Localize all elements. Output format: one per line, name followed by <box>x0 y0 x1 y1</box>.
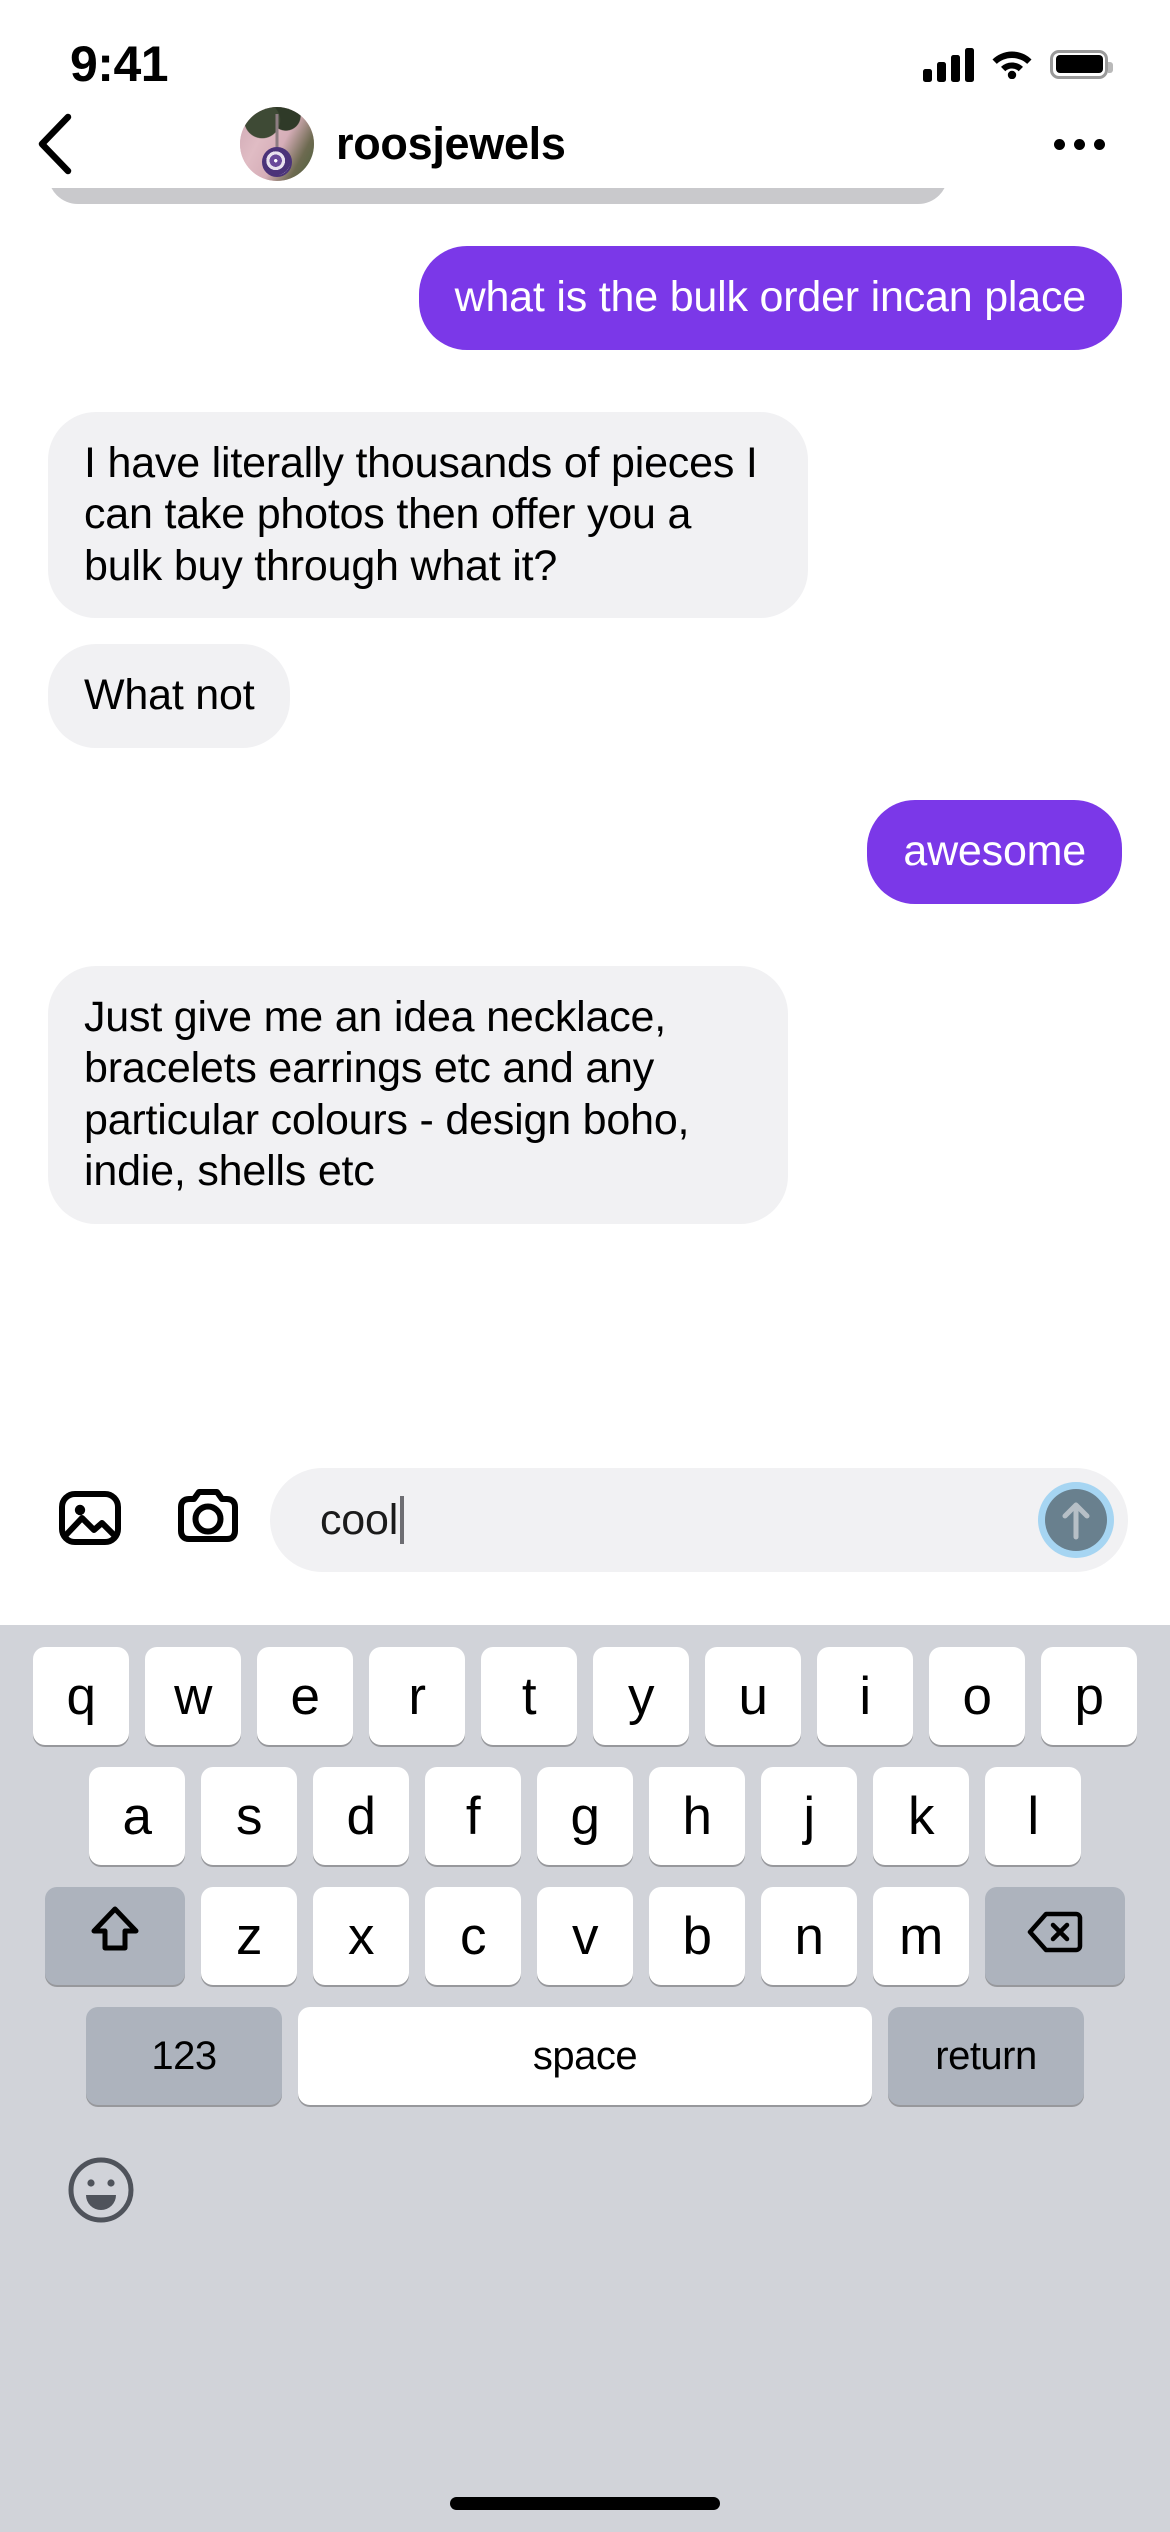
key-n[interactable]: n <box>761 1887 857 1985</box>
message-bubble-incoming[interactable]: Just give me an idea necklace, bracelets… <box>48 965 788 1224</box>
message-row: what is the bulk order incan place <box>0 246 1170 350</box>
key-y[interactable]: y <box>593 1647 689 1745</box>
keyboard-row-4: 123 space return <box>0 2007 1170 2105</box>
camera-icon <box>173 1487 243 1554</box>
message-row: What not <box>0 644 1170 748</box>
message-bubble-outgoing[interactable]: what is the bulk order incan place <box>418 246 1122 350</box>
avatar[interactable] <box>240 107 314 181</box>
key-w[interactable]: w <box>145 1647 241 1745</box>
photo-library-icon <box>57 1485 123 1556</box>
more-options-icon <box>1053 138 1105 150</box>
status-bar: 9:41 <box>0 0 1170 100</box>
message-input[interactable]: cool <box>270 1468 1128 1572</box>
message-bubble-outgoing[interactable]: awesome <box>867 799 1122 904</box>
key-i[interactable]: i <box>817 1647 913 1745</box>
key-r[interactable]: r <box>369 1647 465 1745</box>
message-row: awesome <box>0 799 1170 904</box>
keyboard-row-1: q w e r t y u i o p <box>0 1647 1170 1745</box>
more-options-button[interactable] <box>1034 100 1124 188</box>
back-button[interactable] <box>0 100 110 188</box>
message-composer: cool <box>0 1450 1170 1590</box>
home-indicator <box>450 2497 720 2510</box>
send-arrow-up-icon <box>1045 1489 1107 1551</box>
battery-full-icon <box>1050 49 1113 79</box>
return-key[interactable]: return <box>888 2007 1084 2105</box>
wifi-icon <box>990 45 1034 84</box>
photo-library-button[interactable] <box>42 1472 138 1568</box>
shift-arrow-icon <box>91 1904 139 1969</box>
emoji-smiley-icon <box>65 2154 137 2231</box>
backspace-delete-icon <box>1027 1906 1083 1967</box>
key-p[interactable]: p <box>1041 1647 1137 1745</box>
status-bar-time: 9:41 <box>70 36 169 92</box>
key-l[interactable]: l <box>985 1767 1081 1865</box>
message-row: I have literally thousands of pieces I c… <box>0 411 1170 619</box>
keyboard-row-3: z x c v b n m <box>0 1887 1170 1985</box>
key-t[interactable]: t <box>481 1647 577 1745</box>
key-f[interactable]: f <box>425 1767 521 1865</box>
message-bubble-incoming[interactable]: I have literally thousands of pieces I c… <box>48 411 808 619</box>
space-key[interactable]: space <box>298 2007 872 2105</box>
key-j[interactable]: j <box>761 1767 857 1865</box>
keyboard-emoji-row <box>0 2127 1170 2247</box>
message-input-value: cool <box>320 1495 399 1544</box>
backspace-key[interactable] <box>985 1887 1125 1985</box>
message-row: Just give me an idea necklace, bracelets… <box>0 965 1170 1224</box>
status-bar-indicators <box>923 45 1113 84</box>
chat-header: roosjewels <box>0 100 1170 188</box>
message-bubble-incoming[interactable]: What not <box>48 644 291 748</box>
send-button[interactable] <box>1038 1482 1114 1558</box>
phone-screen: 9:41 roosjewels what is the bulk order i… <box>0 0 1170 2532</box>
key-o[interactable]: o <box>929 1647 1025 1745</box>
emoji-key[interactable] <box>62 2153 140 2231</box>
key-x[interactable]: x <box>313 1887 409 1985</box>
onscreen-keyboard[interactable]: q w e r t y u i o p a s d f g h j k l z … <box>0 1625 1170 2532</box>
key-v[interactable]: v <box>537 1887 633 1985</box>
key-z[interactable]: z <box>201 1887 297 1985</box>
key-b[interactable]: b <box>649 1887 745 1985</box>
key-m[interactable]: m <box>873 1887 969 1985</box>
key-e[interactable]: e <box>257 1647 353 1745</box>
key-u[interactable]: u <box>705 1647 801 1745</box>
key-g[interactable]: g <box>537 1767 633 1865</box>
media-attachment-bubble[interactable] <box>48 188 948 204</box>
key-s[interactable]: s <box>201 1767 297 1865</box>
keyboard-row-2: a s d f g h j k l <box>0 1767 1170 1865</box>
key-d[interactable]: d <box>313 1767 409 1865</box>
camera-button[interactable] <box>160 1472 256 1568</box>
key-c[interactable]: c <box>425 1887 521 1985</box>
key-a[interactable]: a <box>89 1767 185 1865</box>
key-q[interactable]: q <box>33 1647 129 1745</box>
back-chevron-icon <box>35 113 75 175</box>
numbers-key[interactable]: 123 <box>86 2007 282 2105</box>
text-caret <box>400 1496 405 1544</box>
key-h[interactable]: h <box>649 1767 745 1865</box>
signal-bars-icon <box>923 46 974 82</box>
header-username: roosjewels <box>336 118 566 169</box>
key-k[interactable]: k <box>873 1767 969 1865</box>
shift-key[interactable] <box>45 1887 185 1985</box>
header-profile[interactable]: roosjewels <box>240 107 566 181</box>
message-thread[interactable]: what is the bulk order incan place I hav… <box>0 188 1170 1450</box>
message-row-media <box>0 188 1170 204</box>
